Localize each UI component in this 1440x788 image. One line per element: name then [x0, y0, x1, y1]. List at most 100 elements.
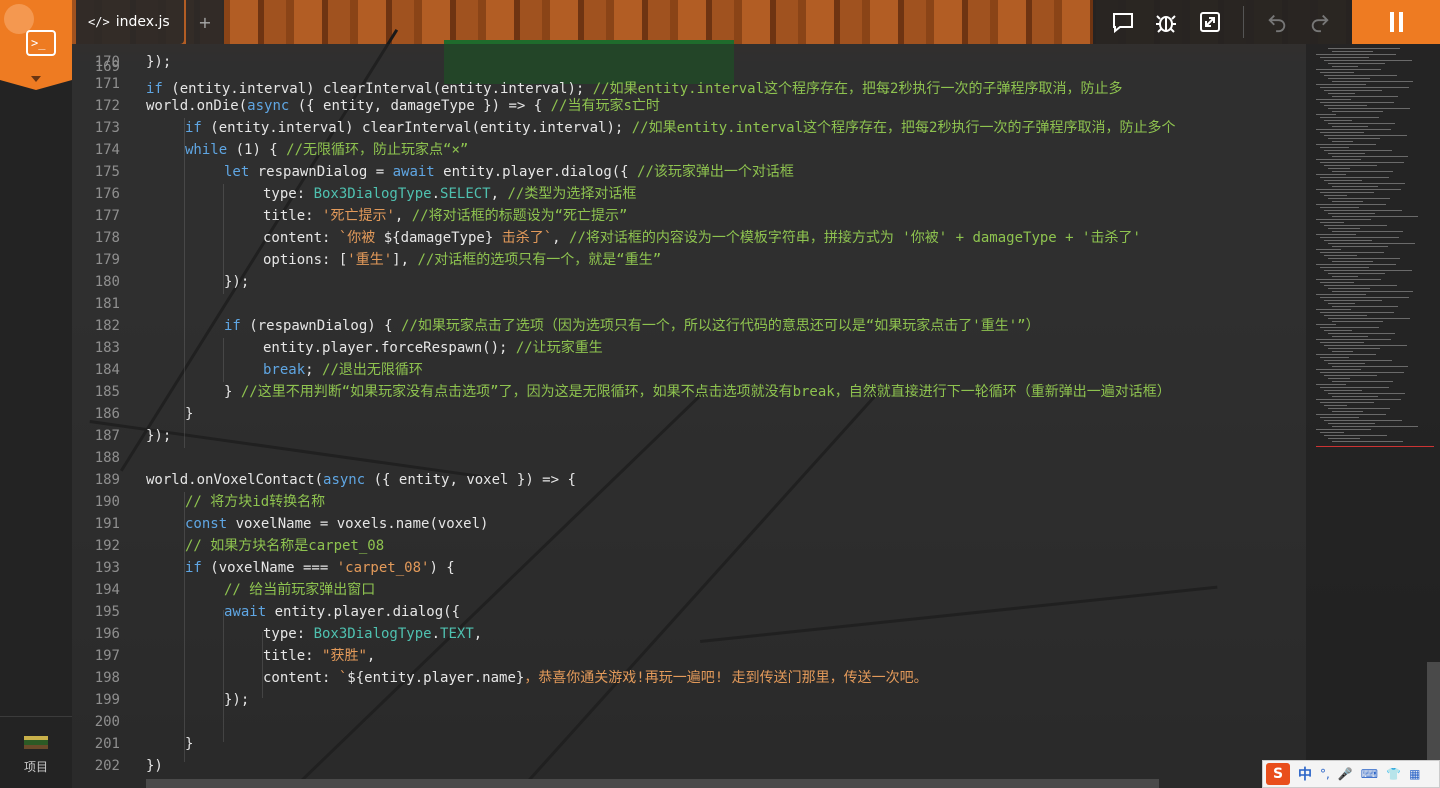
- code-token: }: [185, 736, 194, 752]
- code-line[interactable]: 172 world.onDie(async ({ entity, damageTy…: [72, 95, 1306, 117]
- code-line[interactable]: 177 title: '死亡提示', //将对话框的标题设为“死亡提示”: [72, 205, 1306, 227]
- line-number: 200: [94, 714, 120, 730]
- code-line[interactable]: 179 options: ['重生'], //对话框的选项只有一个，就是“重生”: [72, 249, 1306, 271]
- minimap-line: [1332, 441, 1403, 442]
- code-line[interactable]: 185} //这里不用判断“如果玩家没有点击选项”了，因为这是无限循环，如果不点…: [72, 381, 1306, 403]
- minimap-line: [1320, 252, 1384, 253]
- minimap-line: [1332, 216, 1418, 217]
- code-token: type:: [263, 626, 314, 642]
- code-token: title:: [263, 648, 323, 664]
- code-line[interactable]: 178 content: `你被 ${damageType} 击杀了`, //将对…: [72, 227, 1306, 249]
- code-token: options: [: [263, 252, 348, 268]
- code-line[interactable]: 193 if (voxelName === 'carpet_08') {: [72, 557, 1306, 579]
- bug-icon[interactable]: [1153, 9, 1179, 35]
- sogou-logo-icon[interactable]: S: [1266, 763, 1290, 785]
- project-icon[interactable]: [24, 736, 48, 749]
- chevron-down-icon[interactable]: [31, 76, 41, 82]
- grid-icon[interactable]: ▦: [1409, 767, 1420, 781]
- code-line[interactable]: 170});: [72, 51, 1306, 73]
- code-line[interactable]: 173 if (entity.interval) clearInterval(en…: [72, 117, 1306, 139]
- minimap-line: [1324, 405, 1347, 406]
- line-number: 182: [94, 318, 120, 334]
- code-line[interactable]: 175 let respawnDialog = await entity.play…: [72, 161, 1306, 183]
- code-line[interactable]: 181: [72, 293, 1306, 315]
- ime-toolbar[interactable]: S 中 °, 🎤 ⌨ 👕 ▦: [1262, 760, 1440, 788]
- code-text: if (entity.interval) clearInterval(entit…: [185, 117, 1175, 139]
- project-label[interactable]: 项目: [0, 758, 72, 775]
- minimap-line: [1316, 429, 1371, 430]
- code-text: type: Box3DialogType.SELECT, //类型为选择对话框: [263, 183, 636, 205]
- minimap-line: [1320, 162, 1404, 163]
- code-token: content:: [263, 670, 339, 686]
- minimap-line: [1324, 180, 1362, 181]
- ime-lang[interactable]: 中: [1298, 764, 1312, 784]
- code-line[interactable]: 182 if (respawnDialog) { //如果玩家点击了选项（因为选项…: [72, 315, 1306, 337]
- minimap-line: [1324, 225, 1387, 226]
- code-token: (respawnDialog) {: [240, 318, 402, 334]
- code-line[interactable]: 186}: [72, 403, 1306, 425]
- minimap-line: [1320, 237, 1399, 238]
- code-editor[interactable]: 169 if (entity.interval) clearInterval(e…: [72, 44, 1306, 788]
- add-tab-button[interactable]: +: [186, 0, 224, 44]
- code-line[interactable]: 174 while (1) { //无限循环，防止玩家点“×”: [72, 139, 1306, 161]
- code-line[interactable]: 189 world.onVoxelContact(async ({ entity,…: [72, 469, 1306, 491]
- minimap-line: [1332, 276, 1358, 277]
- run-console-button[interactable]: >_: [0, 0, 72, 90]
- code-line[interactable]: 191 const voxelName = voxels.name(voxel): [72, 513, 1306, 535]
- code-token: break: [263, 362, 306, 378]
- tab-label: index.js: [115, 14, 170, 30]
- microphone-icon[interactable]: 🎤: [1338, 767, 1353, 781]
- code-text: let respawnDialog = await entity.player.…: [224, 161, 794, 183]
- minimap-line: [1320, 402, 1374, 403]
- minimap-line: [1324, 390, 1362, 391]
- code-text: while (1) { //无限循环，防止玩家点“×”: [185, 139, 468, 161]
- vertical-scrollbar[interactable]: [1427, 662, 1440, 772]
- code-line[interactable]: 202}): [72, 755, 1306, 777]
- code-line[interactable]: 197 title: "获胜",: [72, 645, 1306, 667]
- tab-index-js[interactable]: </> index.js: [76, 0, 184, 44]
- code-line[interactable]: 180});: [72, 271, 1306, 293]
- redo-icon[interactable]: [1307, 9, 1333, 35]
- code-token: world.onVoxelContact(: [146, 472, 324, 488]
- ime-punct[interactable]: °,: [1320, 767, 1330, 781]
- minimap-line: [1332, 141, 1353, 142]
- minimap-line: [1316, 174, 1346, 175]
- minimap-line: [1320, 57, 1369, 58]
- minimap-line: [1316, 414, 1386, 415]
- code-line[interactable]: 190 // 将方块id转换名称: [72, 491, 1306, 513]
- minimap-line: [1332, 306, 1398, 307]
- top-toolbar: [1093, 0, 1352, 44]
- code-line[interactable]: 195 await entity.player.dialog({: [72, 601, 1306, 623]
- code-line[interactable]: 199});: [72, 689, 1306, 711]
- code-line[interactable]: 171: [72, 73, 1306, 95]
- code-line[interactable]: 184 break; //退出无限循环: [72, 359, 1306, 381]
- horizontal-scrollbar[interactable]: [146, 779, 1159, 788]
- expand-icon[interactable]: [1197, 9, 1223, 35]
- comment-icon[interactable]: [1110, 9, 1136, 35]
- minimap[interactable]: [1306, 44, 1440, 788]
- minimap-line: [1324, 270, 1412, 271]
- code-line[interactable]: 183 entity.player.forceRespawn(); //让玩家重生: [72, 337, 1306, 359]
- pause-button[interactable]: [1352, 0, 1440, 44]
- code-line[interactable]: 198 content: `${entity.player.name}，恭喜你通关…: [72, 667, 1306, 689]
- code-line[interactable]: 187});: [72, 425, 1306, 447]
- code-line[interactable]: 201}: [72, 733, 1306, 755]
- keyboard-icon[interactable]: ⌨: [1361, 767, 1378, 781]
- line-number: 191: [94, 516, 120, 532]
- code-token: (voxelName ===: [201, 560, 337, 576]
- code-line[interactable]: 192 // 如果方块名称是carpet_08: [72, 535, 1306, 557]
- code-line[interactable]: 176 type: Box3DialogType.SELECT, //类型为选择对…: [72, 183, 1306, 205]
- skin-icon[interactable]: 👕: [1386, 767, 1401, 781]
- code-line[interactable]: 194 // 给当前玩家弹出窗口: [72, 579, 1306, 601]
- minimap-line: [1316, 84, 1366, 85]
- code-token: });: [146, 54, 172, 70]
- code-text: type: Box3DialogType.TEXT,: [263, 623, 482, 645]
- code-text: if (voxelName === 'carpet_08') {: [185, 557, 455, 579]
- code-text: title: '死亡提示', //将对话框的标题设为“死亡提示”: [263, 205, 627, 227]
- minimap-line: [1328, 228, 1360, 229]
- code-token: ;: [305, 362, 323, 378]
- undo-icon[interactable]: [1264, 9, 1290, 35]
- code-line[interactable]: 188: [72, 447, 1306, 469]
- code-line[interactable]: 196 type: Box3DialogType.TEXT,: [72, 623, 1306, 645]
- code-line[interactable]: 200: [72, 711, 1306, 733]
